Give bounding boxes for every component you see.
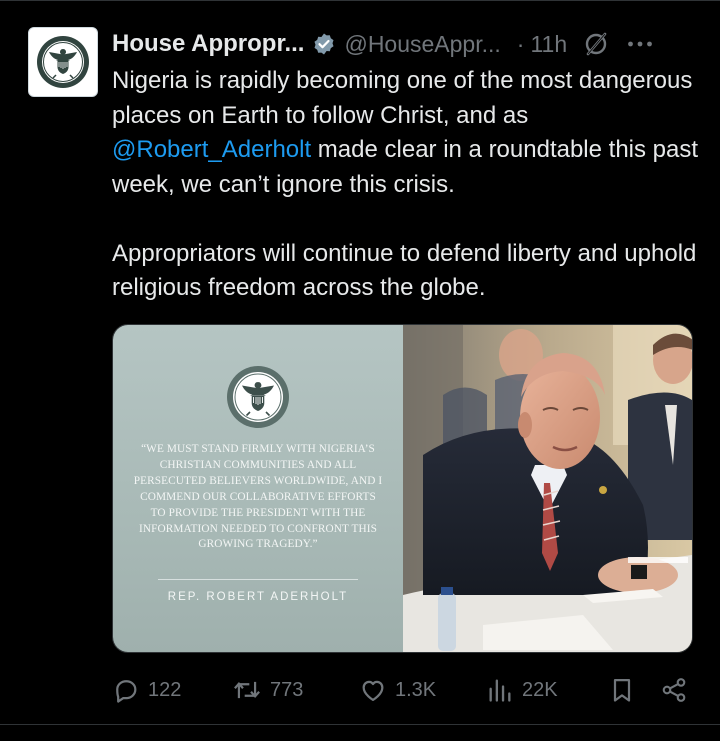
- quote-attribution: REP. ROBERT ADERHOLT: [167, 591, 349, 603]
- tweet-header: House Appropr... @HouseAppr... · 11h: [112, 27, 702, 61]
- views-chart-icon: [489, 679, 511, 702]
- tweet-paragraph-2: Appropriators will continue to defend li…: [112, 239, 697, 302]
- like-count: 1.3K: [395, 678, 437, 701]
- quote-panel: “WE MUST STAND FIRMLY WITH NIGERIA’S CHR…: [113, 325, 403, 652]
- views-button[interactable]: 22K: [486, 672, 558, 708]
- repost-count: 773: [270, 678, 304, 701]
- verified-badge-icon[interactable]: [312, 32, 336, 56]
- mention-link[interactable]: @Robert_Aderholt: [112, 136, 311, 163]
- like-button[interactable]: 1.3K: [359, 672, 436, 708]
- author-name[interactable]: House Appropr...: [112, 30, 304, 58]
- repost-button[interactable]: 773: [232, 672, 303, 708]
- share-icon: [662, 678, 686, 702]
- grok-icon[interactable]: [583, 31, 609, 57]
- reply-button[interactable]: 122: [112, 672, 181, 708]
- author-handle[interactable]: @HouseAppr...: [344, 31, 500, 58]
- bookmark-button[interactable]: [608, 672, 636, 708]
- reply-count: 122: [148, 678, 182, 701]
- tweet-text: Nigeria is rapidly becoming one of the m…: [112, 64, 702, 306]
- share-button[interactable]: [660, 672, 688, 708]
- tweet-media-image[interactable]: “WE MUST STAND FIRMLY WITH NIGERIA’S CHR…: [112, 324, 693, 653]
- reply-icon: [116, 680, 137, 703]
- photo-of-rep-aderholt-at-roundtable: [403, 325, 692, 652]
- more-options-icon[interactable]: [627, 31, 653, 57]
- tweet-paragraph-1: Nigeria is rapidly becoming one of the m…: [112, 64, 702, 202]
- repost-icon: [234, 681, 260, 699]
- pull-quote: “WE MUST STAND FIRMLY WITH NIGERIA’S CHR…: [133, 443, 383, 551]
- bookmark-icon: [613, 678, 631, 702]
- avatar[interactable]: [28, 27, 98, 97]
- action-bar: 122 773 1.3K 22K: [112, 672, 692, 708]
- committee-seal-icon: [226, 365, 290, 429]
- top-divider: [0, 0, 720, 1]
- bottom-divider: [0, 724, 720, 725]
- view-count: 22K: [522, 678, 558, 701]
- separator-dot: ·: [516, 30, 525, 57]
- house-appropriations-seal-icon: [37, 36, 89, 88]
- heart-icon: [362, 680, 384, 702]
- tweet-text-part: Nigeria is rapidly becoming one of the m…: [112, 67, 693, 129]
- post-time[interactable]: 11h: [530, 31, 567, 58]
- quote-divider: [158, 579, 358, 580]
